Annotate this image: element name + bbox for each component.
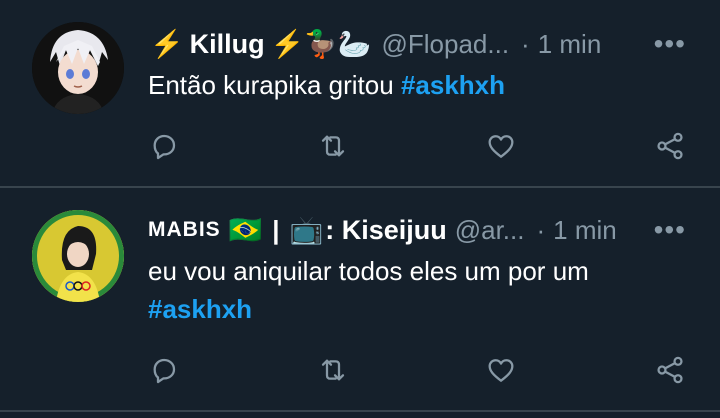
share-button[interactable] xyxy=(650,350,690,390)
tweet-header: MABIS 🇧🇷 | 📺 : Kiseijuu @ar... · 1 min •… xyxy=(148,210,720,250)
reply-icon xyxy=(153,358,176,384)
tweet-text: Então kurapika gritou #askhxh xyxy=(148,66,680,104)
tweet-body: eu vou aniquilar todos eles um por um xyxy=(148,256,589,286)
anime-avatar-icon xyxy=(32,22,124,114)
avatar[interactable] xyxy=(32,210,124,302)
reply-button[interactable] xyxy=(144,350,184,390)
like-button[interactable] xyxy=(481,350,521,390)
name-text: Killug xyxy=(189,28,265,59)
reply-button[interactable] xyxy=(144,126,184,166)
display-name[interactable]: ⚡ Killug ⚡🦆🦢 xyxy=(148,28,373,60)
anime-avatar-icon xyxy=(32,210,124,302)
name-suffix-emoji: ⚡🦆🦢 xyxy=(270,29,372,59)
retweet-icon xyxy=(321,135,345,157)
more-options-icon[interactable]: ••• xyxy=(654,24,686,64)
brazil-flag-icon: 🇧🇷 xyxy=(228,215,263,245)
share-icon xyxy=(657,356,683,384)
share-icon xyxy=(657,132,683,160)
name-rest: : Kiseijuu xyxy=(325,214,447,245)
like-icon xyxy=(488,135,514,158)
hashtag-link[interactable]: #askhxh xyxy=(148,294,252,324)
tv-icon: 📺 xyxy=(289,215,324,245)
retweet-button[interactable] xyxy=(313,350,353,390)
handle[interactable]: @ar... xyxy=(455,215,525,246)
display-name[interactable]: MABIS 🇧🇷 | 📺 : Kiseijuu xyxy=(148,214,447,246)
timestamp[interactable]: 1 min xyxy=(538,29,602,60)
hashtag-link[interactable]: #askhxh xyxy=(401,70,505,100)
like-icon xyxy=(488,359,514,382)
tweet-header: ⚡ Killug ⚡🦆🦢 @Flopad... · 1 min ••• xyxy=(148,24,720,64)
name-text: MABIS xyxy=(148,218,221,241)
tweet-actions xyxy=(0,350,720,390)
timestamp[interactable]: 1 min xyxy=(553,215,617,246)
like-button[interactable] xyxy=(481,126,521,166)
tweet[interactable]: ⚡ Killug ⚡🦆🦢 @Flopad... · 1 min ••• Entã… xyxy=(0,0,720,186)
tweet-divider xyxy=(0,410,720,412)
share-button[interactable] xyxy=(650,126,690,166)
reply-icon xyxy=(153,134,176,160)
handle[interactable]: @Flopad... xyxy=(381,29,509,60)
name-separator: | xyxy=(272,214,280,245)
retweet-icon xyxy=(321,359,345,381)
tweet-body: Então kurapika gritou xyxy=(148,70,401,100)
tweet[interactable]: MABIS 🇧🇷 | 📺 : Kiseijuu @ar... · 1 min •… xyxy=(0,188,720,418)
more-options-icon[interactable]: ••• xyxy=(654,210,686,250)
tweet-text: eu vou aniquilar todos eles um por um #a… xyxy=(148,252,680,328)
retweet-button[interactable] xyxy=(313,126,353,166)
tweet-actions xyxy=(0,126,720,166)
name-prefix-emoji: ⚡ xyxy=(150,29,184,59)
separator-dot: · xyxy=(521,28,530,59)
avatar[interactable] xyxy=(32,22,124,114)
separator-dot: · xyxy=(536,214,546,245)
